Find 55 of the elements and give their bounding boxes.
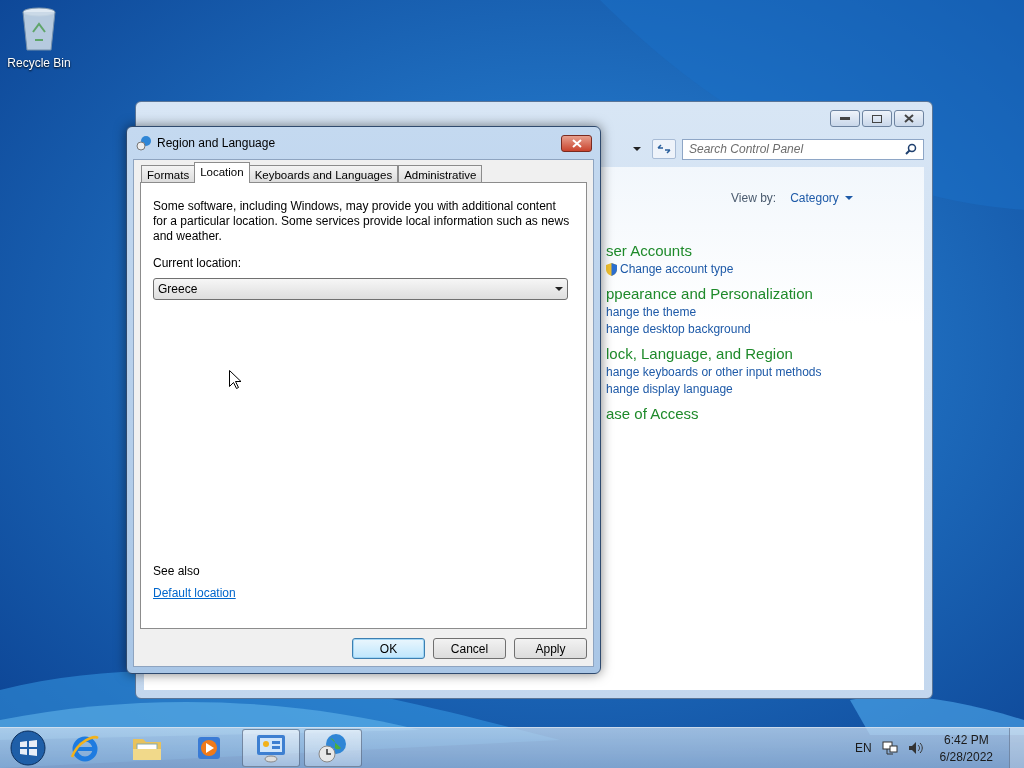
view-by-dropdown[interactable]: Category bbox=[790, 191, 853, 205]
dialog-button[interactable]: Apply bbox=[514, 638, 587, 659]
dialog-title: Region and Language bbox=[157, 136, 277, 150]
search-field[interactable]: Search Control Panel bbox=[682, 138, 924, 160]
location-dropdown[interactable]: Greece bbox=[153, 278, 568, 300]
view-by-label: View by: bbox=[731, 191, 777, 205]
caret-icon bbox=[633, 147, 641, 151]
restore-icon bbox=[872, 114, 882, 123]
category-link[interactable]: hange keyboards or other input methods bbox=[606, 365, 924, 379]
recycle-bin-icon[interactable] bbox=[21, 6, 57, 52]
minimize-icon bbox=[840, 116, 850, 121]
network-icon[interactable] bbox=[881, 741, 898, 755]
description-text: Some software, including Windows, may provide you with additional content for a particular location. Some services provide local information such as news and weather. bbox=[153, 199, 571, 244]
tab[interactable]: Location bbox=[194, 162, 250, 183]
category-link[interactable]: hange the theme bbox=[606, 305, 924, 319]
refresh-button[interactable] bbox=[652, 139, 676, 159]
globe-clock-icon bbox=[317, 732, 349, 764]
volume-icon[interactable] bbox=[907, 741, 924, 755]
see-also-label: See also bbox=[153, 564, 201, 578]
tab[interactable]: Administrative bbox=[398, 165, 483, 183]
caret-icon bbox=[555, 287, 563, 291]
category-title[interactable]: ppearance and Personalization bbox=[606, 285, 924, 302]
cursor-icon bbox=[229, 370, 241, 389]
shield-icon bbox=[606, 262, 617, 276]
taskbar-button[interactable] bbox=[304, 729, 362, 767]
location-label: Current location: bbox=[153, 256, 243, 270]
search-icon[interactable] bbox=[905, 142, 917, 155]
start-button[interactable] bbox=[10, 730, 46, 766]
dialog-button[interactable]: OK bbox=[352, 638, 425, 659]
minimize-button[interactable] bbox=[830, 110, 860, 127]
category-title[interactable]: lock, Language, and Region bbox=[606, 345, 924, 362]
close-button[interactable] bbox=[894, 110, 924, 127]
close-icon bbox=[571, 139, 582, 148]
category-title[interactable]: ase of Access bbox=[606, 405, 924, 422]
category-link[interactable]: hange display language bbox=[606, 382, 924, 396]
tab[interactable]: Keyboards and Languages bbox=[248, 165, 399, 183]
language-indicator[interactable]: EN bbox=[854, 741, 872, 755]
clock[interactable]: 6:42 PM 6/28/2022 bbox=[933, 732, 999, 764]
close-button[interactable] bbox=[561, 135, 592, 152]
play-icon bbox=[196, 735, 222, 761]
globe-clock-icon bbox=[136, 135, 152, 151]
caret-icon bbox=[844, 196, 853, 200]
category-link[interactable]: Change account type bbox=[606, 262, 924, 276]
refresh-icon bbox=[657, 144, 671, 154]
tab[interactable]: Formats bbox=[141, 165, 196, 183]
desktop-icon-label[interactable]: Recycle Bin bbox=[7, 56, 71, 70]
taskbar-button[interactable] bbox=[242, 729, 300, 767]
maximize-button[interactable] bbox=[862, 110, 892, 127]
control-panel-icon bbox=[255, 733, 287, 763]
dialog-button[interactable]: Cancel bbox=[433, 638, 506, 659]
category-title[interactable]: ser Accounts bbox=[606, 242, 924, 259]
default-location-link[interactable]: Default location bbox=[153, 586, 236, 600]
browser-icon bbox=[70, 733, 100, 763]
close-icon bbox=[904, 114, 914, 123]
category-link[interactable]: hange desktop background bbox=[606, 322, 924, 336]
